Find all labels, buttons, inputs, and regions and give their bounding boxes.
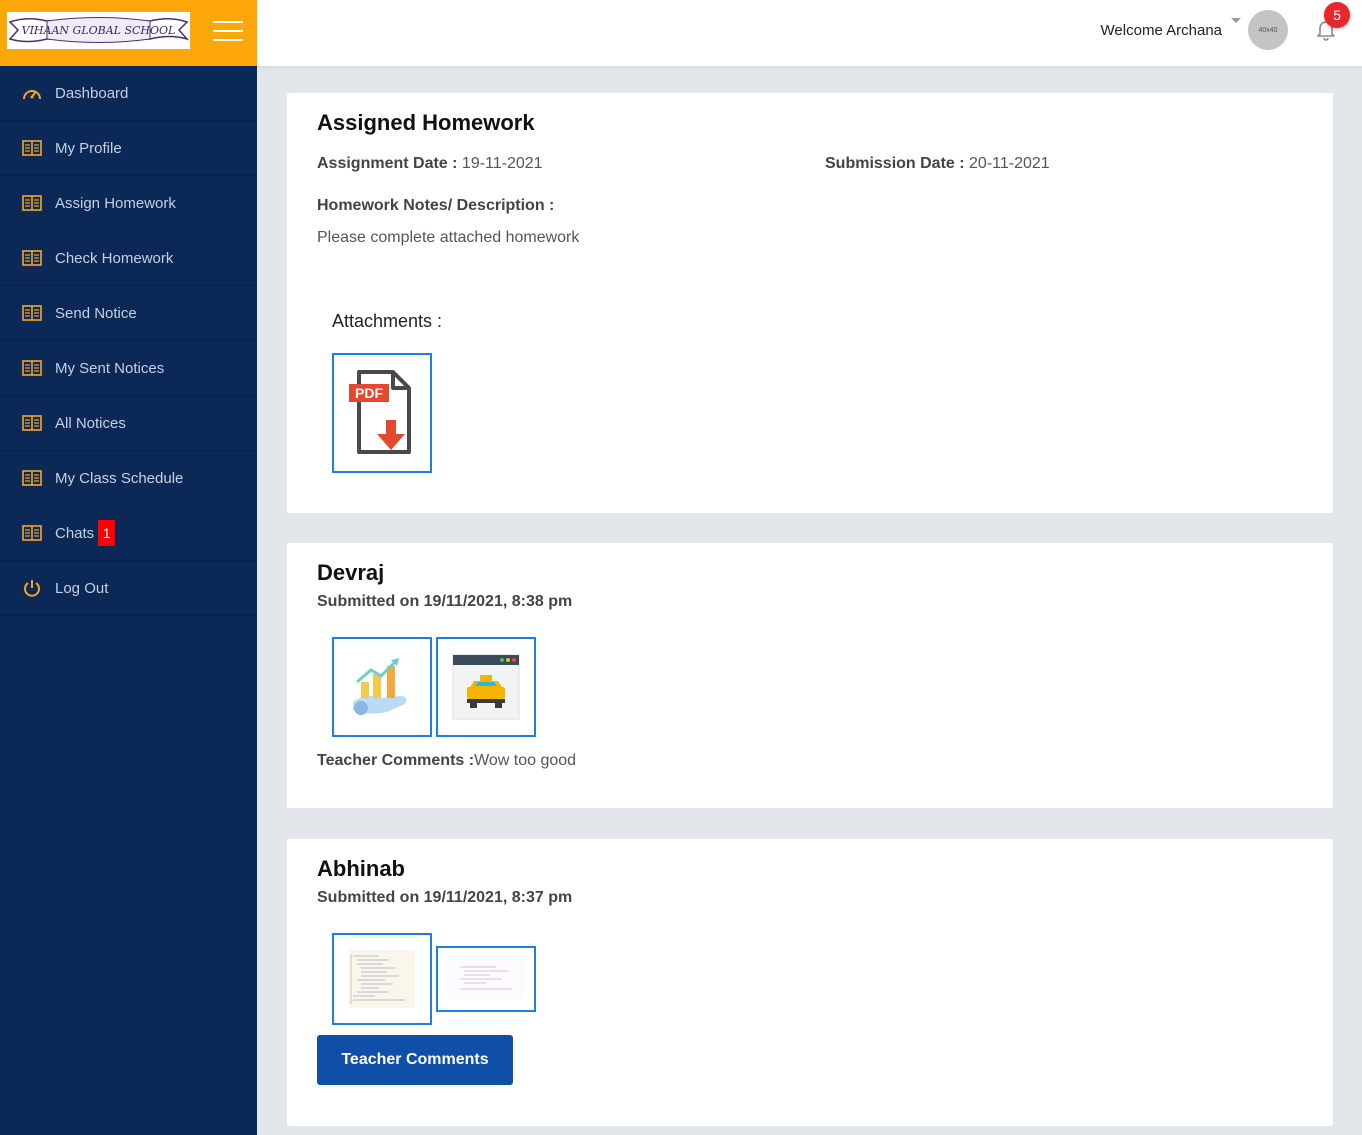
sidebar-item-check-homework[interactable]: Check Homework: [0, 231, 257, 286]
sidebar-item-label: My Profile: [55, 139, 122, 157]
student-name: Abhinab: [317, 856, 405, 881]
homework-notes-label: Homework Notes/ Description :: [317, 197, 555, 214]
book-icon: [21, 468, 42, 488]
assigned-homework-card: Assigned Homework Assignment Date : 19-1…: [287, 93, 1333, 513]
submission-card-abhinab: Abhinab Submitted on 19/11/2021, 8:37 pm…: [287, 839, 1333, 1126]
svg-text:PDF: PDF: [355, 385, 383, 401]
sidebar-item-label: Dashboard: [55, 84, 129, 102]
pdf-attachment-thumbnail[interactable]: PDF: [332, 353, 432, 473]
book-icon: [21, 248, 42, 268]
school-logo[interactable]: VIHAAN GLOBAL SCHOOL: [7, 12, 190, 49]
sidebar-item-label: Chats: [55, 524, 95, 542]
teacher-comments-label: Teacher Comments :: [317, 752, 475, 769]
submission-image-thumbnail[interactable]: [332, 933, 432, 1025]
submitted-on: Submitted on 19/11/2021, 8:37 pm: [317, 889, 572, 907]
menu-toggle-icon[interactable]: [213, 21, 243, 43]
sidebar-nav: Dashboard My Profile Assign Homework Che…: [0, 66, 257, 616]
book-icon: [21, 413, 42, 433]
homework-notes-row: Homework Notes/ Description :: [317, 197, 554, 215]
assignment-date-row: Assignment Date : 19-11-2021: [317, 155, 543, 173]
submission-image-thumbnail[interactable]: [332, 637, 432, 737]
submission-image-thumbnail[interactable]: [436, 637, 536, 737]
teacher-comments-text: Wow too good: [474, 752, 577, 769]
sidebar: VIHAAN GLOBAL SCHOOL Dashboard My Profil…: [0, 0, 257, 1135]
book-icon: [21, 358, 42, 378]
homework-notes-text: Please complete attached homework: [317, 229, 580, 246]
svg-text:VIHAAN GLOBAL SCHOOL: VIHAAN GLOBAL SCHOOL: [22, 24, 176, 37]
assigned-homework-title: Assigned Homework: [317, 110, 535, 135]
sidebar-item-my-class-schedule[interactable]: My Class Schedule: [0, 451, 257, 506]
submission-image-thumbnail[interactable]: [436, 946, 536, 1012]
dashboard-gauge-icon: [21, 83, 42, 103]
chats-unread-badge: 1: [98, 520, 116, 546]
welcome-user-dropdown[interactable]: Welcome Archana: [1101, 22, 1222, 39]
sidebar-item-label: Send Notice: [55, 304, 137, 322]
submitted-on-text: Submitted on 19/11/2021, 8:38 pm: [317, 593, 573, 610]
sidebar-item-log-out[interactable]: Log Out: [0, 561, 257, 616]
submission-card-devraj: Devraj Submitted on 19/11/2021, 8:38 pm: [287, 543, 1333, 808]
sidebar-item-label: My Class Schedule: [55, 469, 184, 487]
notification-count-badge[interactable]: 5: [1324, 2, 1350, 28]
book-icon: [21, 523, 42, 543]
assignment-date-label: Assignment Date :: [317, 155, 458, 172]
sidebar-item-label: Assign Homework: [55, 194, 176, 212]
power-icon: [21, 578, 42, 598]
sidebar-item-label: Check Homework: [55, 249, 174, 267]
submitted-on: Submitted on 19/11/2021, 8:38 pm: [317, 593, 572, 611]
sidebar-item-all-notices[interactable]: All Notices: [0, 396, 257, 451]
student-name: Devraj: [317, 560, 385, 585]
top-bar: Welcome Archana 40x40 5: [257, 0, 1362, 66]
sidebar-item-my-profile[interactable]: My Profile: [0, 121, 257, 176]
sidebar-item-label: My Sent Notices: [55, 359, 165, 377]
book-icon: [21, 193, 42, 213]
code-screenshot-icon: [349, 950, 415, 1008]
growth-chart-hand-icon: [353, 658, 407, 715]
sidebar-item-label: All Notices: [55, 414, 126, 432]
submission-date-label: Submission Date :: [825, 155, 965, 172]
avatar[interactable]: 40x40: [1248, 10, 1288, 50]
sidebar-item-chats[interactable]: Chats 1: [0, 506, 257, 561]
submitted-on-text: Submitted on 19/11/2021, 8:37 pm: [317, 889, 573, 906]
teacher-comments-button[interactable]: Teacher Comments: [317, 1035, 513, 1085]
sidebar-brand: VIHAAN GLOBAL SCHOOL: [0, 0, 257, 66]
submission-date-row: Submission Date : 20-11-2021: [825, 155, 1050, 173]
chevron-down-icon[interactable]: [1231, 18, 1241, 23]
submission-date-value: 20-11-2021: [969, 155, 1050, 172]
attachments-label: Attachments :: [332, 311, 443, 331]
sidebar-item-assign-homework[interactable]: Assign Homework: [0, 176, 257, 231]
sidebar-item-dashboard[interactable]: Dashboard: [0, 66, 257, 121]
sidebar-item-label: Log Out: [55, 579, 109, 597]
taxi-browser-icon: [452, 654, 520, 720]
assignment-date-value: 19-11-2021: [461, 155, 543, 172]
teacher-comments-row: Teacher Comments :Wow too good: [317, 752, 576, 770]
pdf-download-icon: PDF: [349, 370, 411, 454]
book-icon: [21, 303, 42, 323]
sidebar-item-my-sent-notices[interactable]: My Sent Notices: [0, 341, 257, 396]
sidebar-item-send-notice[interactable]: Send Notice: [0, 286, 257, 341]
code-screenshot-icon: [446, 959, 526, 999]
book-icon: [21, 138, 42, 158]
